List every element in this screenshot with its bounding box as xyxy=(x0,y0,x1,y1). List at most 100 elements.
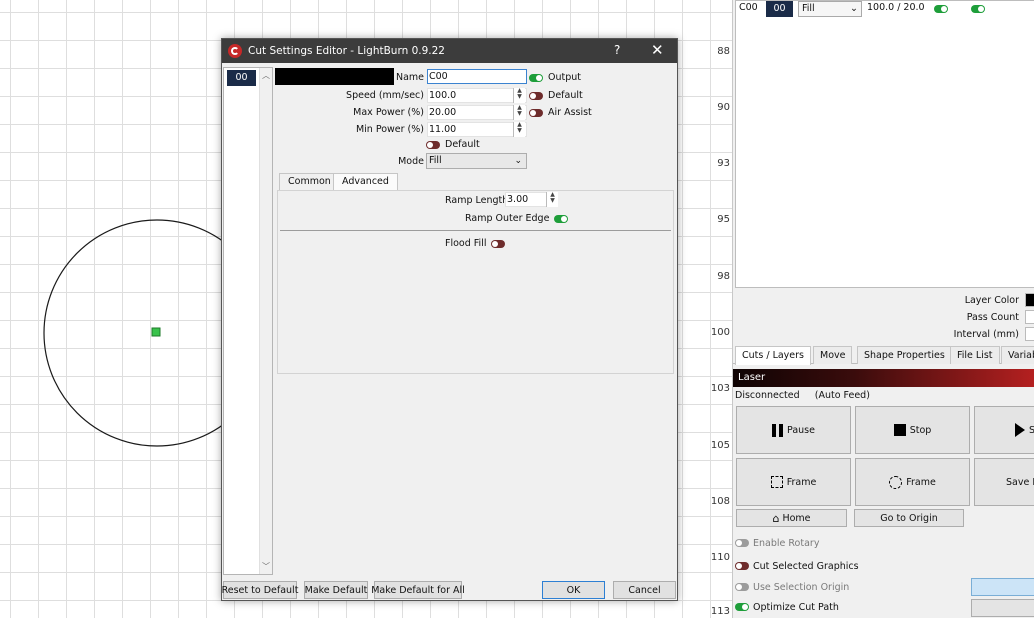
toggle-icon[interactable] xyxy=(735,583,749,591)
frame-circle-icon xyxy=(889,475,903,489)
max-power-input[interactable]: 20.00 xyxy=(427,105,527,120)
default-speed-checkbox[interactable]: Default xyxy=(529,90,583,101)
save-rd-button[interactable]: Save R xyxy=(974,458,1034,506)
flood-fill-checkbox[interactable]: Flood Fill xyxy=(445,238,506,249)
toggle-icon[interactable] xyxy=(529,91,543,100)
make-default-for-all-button[interactable]: Make Default for All xyxy=(371,581,465,599)
scroll-up-icon[interactable]: ︿ xyxy=(262,70,270,81)
flood-fill-label: Flood Fill xyxy=(445,238,487,249)
tab-cuts-layers[interactable]: Cuts / Layers xyxy=(735,346,812,365)
reset-to-default-button[interactable]: Reset to Default xyxy=(222,581,298,599)
toggle-icon[interactable] xyxy=(529,73,543,82)
cut-mode-select[interactable]: Fill ⌄ xyxy=(798,1,862,17)
toggle-icon[interactable] xyxy=(491,239,506,248)
dialog-titlebar[interactable]: Cut Settings Editor - LightBurn 0.9.22 ?… xyxy=(222,39,677,63)
dialog-layer-list[interactable]: 00 ︿ ﹀ xyxy=(223,67,273,575)
mode-select[interactable]: Fill ⌄ xyxy=(426,153,527,169)
home-button[interactable]: ⌂ Home xyxy=(736,509,847,527)
use-selection-origin-label: Use Selection Origin xyxy=(753,581,850,593)
right-tabs: Cuts / Layers Move Shape Properties File… xyxy=(733,346,1034,365)
frame-circle-label: Frame xyxy=(906,476,936,488)
toggle-icon[interactable] xyxy=(529,108,543,117)
chevron-down-icon: ⌄ xyxy=(514,156,522,166)
tab-common[interactable]: Common xyxy=(279,173,340,190)
cut-layer-number[interactable]: 00 xyxy=(766,1,793,17)
cut-name: C00 xyxy=(739,2,758,13)
stop-button[interactable]: Stop xyxy=(855,406,970,454)
speed-spinner[interactable]: ▲ ▼ xyxy=(513,88,525,103)
pause-button[interactable]: Pause xyxy=(736,406,851,454)
tab-shape-properties[interactable]: Shape Properties xyxy=(857,346,952,364)
start-button[interactable]: S xyxy=(974,406,1034,454)
min-power-label: Min Power (%) xyxy=(355,124,424,135)
name-input[interactable]: C00 xyxy=(427,69,527,84)
ruler-label: 95 xyxy=(717,214,730,225)
frame-button[interactable]: Frame xyxy=(736,458,851,506)
layer-item[interactable]: 00 xyxy=(227,70,256,86)
home-label: Home xyxy=(782,512,811,524)
interval-field[interactable] xyxy=(1025,327,1034,341)
cut-row[interactable]: C00 00 Fill ⌄ 100.0 / 20.0 xyxy=(736,1,1034,17)
air-assist-checkbox[interactable]: Air Assist xyxy=(529,107,592,118)
toggle-icon[interactable] xyxy=(735,603,749,611)
cut-selected-option[interactable]: Cut Selected Graphics xyxy=(735,559,859,573)
min-power-input[interactable]: 11.00 xyxy=(427,122,527,137)
ramp-length-spinner[interactable]: ▲ ▼ xyxy=(546,192,558,207)
make-default-button[interactable]: Make Default xyxy=(304,581,368,599)
cancel-button[interactable]: Cancel xyxy=(613,581,676,599)
tab-advanced[interactable]: Advanced xyxy=(333,173,398,191)
right-panel: C00 00 Fill ⌄ 100.0 / 20.0 Layer Color P… xyxy=(732,0,1034,618)
mode-value: Fill xyxy=(429,155,442,166)
tab-variables[interactable]: Variab xyxy=(1001,346,1034,364)
tab-move[interactable]: Move xyxy=(813,346,853,364)
layer-color-swatch[interactable] xyxy=(275,68,394,85)
cut-speed-power: 100.0 / 20.0 xyxy=(867,2,925,13)
speed-input[interactable]: 100.0 xyxy=(427,88,527,103)
min-power-spinner[interactable]: ▲ ▼ xyxy=(513,122,525,137)
go-origin-label: Go to Origin xyxy=(880,512,938,524)
chevron-down-icon: ⌄ xyxy=(850,3,858,14)
ok-button[interactable]: OK xyxy=(542,581,605,599)
max-power-label: Max Power (%) xyxy=(353,107,424,118)
ruler-label: 103 xyxy=(710,383,730,394)
optimize-cut-path-option[interactable]: Optimize Cut Path xyxy=(735,600,839,614)
go-to-origin-button[interactable]: Go to Origin xyxy=(854,509,964,527)
toggle-icon[interactable] xyxy=(735,562,749,570)
use-selection-origin-option[interactable]: Use Selection Origin xyxy=(735,580,849,594)
toggle-icon[interactable] xyxy=(735,539,749,547)
job-origin-select[interactable] xyxy=(971,599,1034,617)
toggle-icon[interactable] xyxy=(554,214,569,223)
cut-selected-label: Cut Selected Graphics xyxy=(753,560,859,572)
help-icon[interactable]: ? xyxy=(614,43,620,57)
ramp-outer-edge-checkbox[interactable]: Ramp Outer Edge xyxy=(465,213,569,224)
default-power-checkbox[interactable]: Default xyxy=(426,139,480,150)
ruler-label: 108 xyxy=(710,496,730,507)
start-from-select[interactable] xyxy=(971,578,1034,596)
start-label: S xyxy=(1029,424,1034,436)
tab-file-list[interactable]: File List xyxy=(950,346,1000,364)
layer-list-scrollbar[interactable]: ︿ ﹀ xyxy=(259,68,272,574)
air-assist-label: Air Assist xyxy=(548,107,592,118)
ruler-label: 88 xyxy=(717,46,730,57)
enable-rotary-option[interactable]: Enable Rotary xyxy=(735,536,819,550)
frame-circle-button[interactable]: Frame xyxy=(855,458,970,506)
name-label: Name xyxy=(395,72,424,83)
toggle-icon[interactable] xyxy=(426,140,440,149)
close-icon[interactable]: ✕ xyxy=(651,41,664,59)
panel-divider xyxy=(280,230,671,231)
cut-settings-dialog: Cut Settings Editor - LightBurn 0.9.22 ?… xyxy=(221,38,678,601)
max-power-spinner[interactable]: ▲ ▼ xyxy=(513,105,525,120)
ramp-length-input[interactable]: 3.00 xyxy=(505,192,550,207)
cuts-layers-list[interactable]: C00 00 Fill ⌄ 100.0 / 20.0 xyxy=(735,0,1034,288)
output-toggle-icon[interactable] xyxy=(934,5,948,13)
output-checkbox[interactable]: Output xyxy=(529,72,581,83)
shape-center-handle xyxy=(151,327,161,337)
show-toggle-icon[interactable] xyxy=(971,5,985,13)
stop-icon xyxy=(893,424,906,436)
lightburn-logo-icon xyxy=(228,44,242,58)
layer-color-swatch[interactable] xyxy=(1025,293,1034,307)
ruler-label: 93 xyxy=(717,158,730,169)
scroll-down-icon[interactable]: ﹀ xyxy=(262,561,270,572)
laser-panel-header: Laser xyxy=(733,369,1034,387)
pass-count-field[interactable] xyxy=(1025,310,1034,324)
